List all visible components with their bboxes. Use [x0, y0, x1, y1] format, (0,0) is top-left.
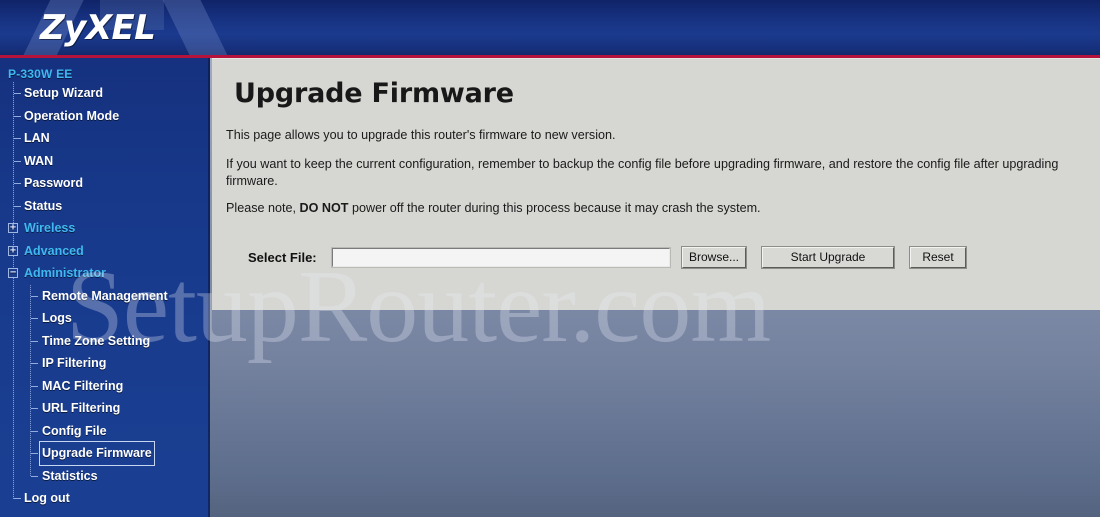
sidebar-administrator-children: Remote Management Logs Time Zone Setting…: [0, 284, 210, 487]
sidebar-navigation: P-330W EE Setup Wizard Operation Mode LA…: [0, 58, 210, 517]
start-upgrade-button[interactable]: Start Upgrade: [761, 245, 895, 269]
sidebar-item-label: Setup Wizard: [24, 86, 104, 100]
sidebar-item-label: Operation Mode: [24, 108, 120, 123]
sidebar-group-wireless[interactable]: + Wireless: [0, 217, 210, 240]
sidebar-item-label: Password: [24, 176, 84, 190]
sidebar-item-label: Status: [24, 198, 63, 213]
page-header: ZyXEL: [0, 0, 1100, 55]
sidebar-item-remote-management[interactable]: Remote Management: [0, 285, 210, 308]
plus-box-icon[interactable]: +: [8, 223, 18, 233]
sidebar-item-time-zone-setting[interactable]: Time Zone Setting: [0, 330, 210, 353]
minus-box-icon[interactable]: −: [8, 268, 18, 278]
nav-tree: P-330W EE Setup Wizard Operation Mode LA…: [0, 58, 210, 513]
sidebar-item-label: Statistics: [42, 468, 98, 483]
sidebar-item-mac-filtering[interactable]: MAC Filtering: [0, 375, 210, 398]
sidebar-item-label: Upgrade Firmware: [39, 441, 155, 466]
sidebar-item-url-filtering[interactable]: URL Filtering: [0, 397, 210, 420]
sidebar-item-log-out[interactable]: Log out: [0, 487, 210, 513]
plus-box-icon[interactable]: +: [8, 245, 18, 256]
sidebar-group-label: Wireless: [24, 221, 76, 235]
select-file-input[interactable]: [331, 246, 671, 268]
warning-prefix: Please note,: [226, 201, 300, 215]
main-content-panel: Upgrade Firmware This page allows you to…: [212, 58, 1100, 310]
sidebar-item-lan[interactable]: LAN: [0, 127, 210, 150]
sidebar-item-label: MAC Filtering: [42, 378, 124, 393]
warning-suffix: power off the router during this process…: [348, 201, 761, 215]
select-file-label: Select File:: [248, 249, 317, 265]
warning-paragraph: Please note, DO NOT power off the router…: [226, 200, 1100, 217]
sidebar-item-label: URL Filtering: [42, 401, 121, 415]
sidebar-item-status[interactable]: Status: [0, 195, 210, 218]
page-title: Upgrade Firmware: [234, 78, 514, 109]
sidebar-item-label: Remote Management: [42, 288, 168, 303]
warning-emphasis: DO NOT: [299, 201, 349, 215]
router-admin-page: ZyXEL P-330W EE Setup Wizard Operation M…: [0, 0, 1100, 517]
sidebar-group-advanced[interactable]: + Advanced: [0, 240, 210, 263]
backup-advice-paragraph: If you want to keep the current configur…: [226, 157, 1059, 188]
sidebar-item-upgrade-firmware[interactable]: Upgrade Firmware: [0, 441, 210, 466]
sidebar-item-logs[interactable]: Logs: [0, 307, 210, 330]
sidebar-item-label: IP Filtering: [42, 356, 107, 370]
sidebar-item-password[interactable]: Password: [0, 172, 210, 195]
sidebar-item-label: Time Zone Setting: [42, 333, 151, 348]
header-red-divider: [0, 55, 1100, 58]
sidebar-item-statistics[interactable]: Statistics: [0, 465, 210, 487]
sidebar-item-ip-filtering[interactable]: IP Filtering: [0, 352, 210, 375]
sidebar-item-label: Log out: [24, 491, 70, 505]
sidebar-item-operation-mode[interactable]: Operation Mode: [0, 105, 210, 128]
sidebar-item-config-file[interactable]: Config File: [0, 420, 210, 443]
sidebar-group-administrator[interactable]: − Administrator: [0, 262, 210, 285]
sidebar-item-setup-wizard[interactable]: Setup Wizard: [0, 82, 210, 105]
upgrade-form-row: Select File: Browse... Start Upgrade Res…: [212, 240, 1100, 274]
sidebar-item-label: LAN: [24, 131, 50, 145]
sidebar-group-label: Advanced: [24, 243, 84, 258]
reset-button[interactable]: Reset: [909, 245, 967, 269]
sidebar-item-label: WAN: [24, 153, 54, 168]
zyxel-logo: ZyXEL: [40, 8, 156, 48]
sidebar-item-label: Logs: [42, 311, 72, 325]
sidebar-group-label: Administrator: [24, 266, 106, 280]
browse-button[interactable]: Browse...: [681, 245, 747, 269]
sidebar-item-wan[interactable]: WAN: [0, 150, 210, 173]
sidebar-item-label: Config File: [42, 423, 107, 438]
intro-paragraph: This page allows you to upgrade this rou…: [226, 128, 616, 142]
sidebar-root-label: P-330W EE: [8, 67, 73, 81]
